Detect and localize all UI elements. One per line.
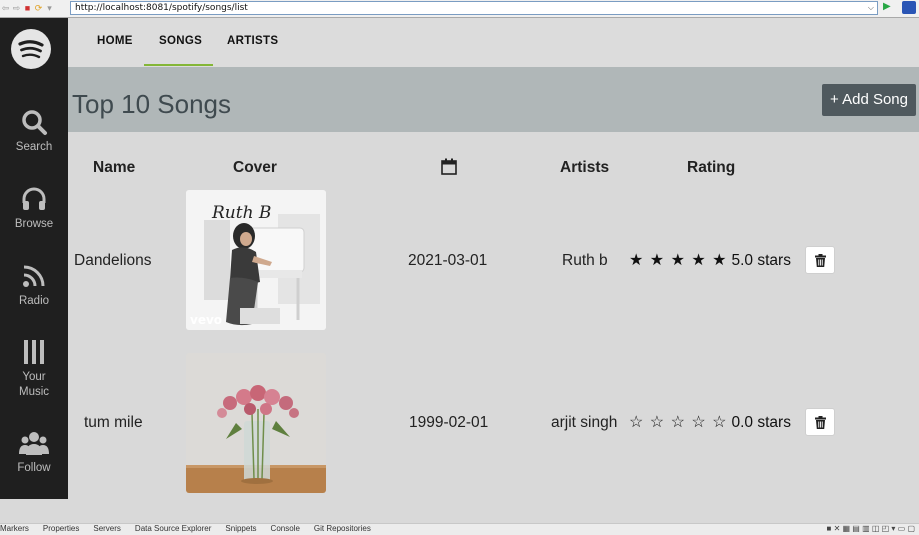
search-icon: [22, 110, 47, 135]
delete-button[interactable]: [805, 408, 835, 436]
cover-image: [186, 353, 326, 493]
chevron-down-icon[interactable]: ⌵: [868, 2, 874, 14]
sidebar: Search Browse Radio Your Music Follow: [0, 18, 68, 499]
trash-icon: [815, 416, 826, 429]
calendar-icon: [441, 158, 457, 180]
spotify-logo-icon[interactable]: [11, 29, 51, 69]
sidebar-item-label: Follow: [17, 462, 51, 474]
sidebar-item-label: Your Music: [18, 371, 50, 398]
star-rating: ☆ ☆ ☆ ☆ ☆ 0.0 stars: [629, 412, 791, 432]
view-toolbar-icons[interactable]: ■ ✕ ▦ ▤ ▥ ◫ ◰ ▾ ▭ ▢: [827, 524, 915, 534]
vevo-logo: vevo: [190, 313, 222, 327]
release-date: 2021-03-01: [408, 252, 488, 269]
tab-git-repositories[interactable]: Git Repositories: [314, 524, 371, 534]
tab-data-source-explorer[interactable]: Data Source Explorer: [135, 524, 211, 534]
ide-view-tabs: Markers Properties Servers Data Source Expl…: [0, 523, 919, 535]
cover-image: Ruth B vevo: [186, 190, 326, 330]
delete-button[interactable]: [805, 246, 835, 274]
sidebar-item-label: Browse: [14, 218, 54, 230]
star-rating: ★ ★ ★ ★ ★ 5.0 stars: [629, 250, 791, 270]
trash-icon: [815, 254, 826, 267]
sidebar-item-label: Radio: [18, 295, 50, 307]
tab-snippets[interactable]: Snippets: [225, 524, 256, 534]
active-tab-indicator: [144, 64, 213, 66]
stop-icon[interactable]: ■: [22, 2, 33, 15]
sidebar-item-radio[interactable]: Radio: [0, 262, 68, 309]
extension-icon[interactable]: [902, 1, 916, 14]
top-nav: HOME SONGS ARTISTS: [68, 18, 919, 67]
page-header: Top 10 Songs + Add Song: [68, 67, 919, 132]
refresh-icon[interactable]: ⟳: [33, 2, 44, 15]
artist-name: Ruth b: [562, 252, 608, 269]
cover-text: Ruth B: [211, 203, 271, 223]
column-header-cover: Cover: [233, 159, 277, 176]
page-title: Top 10 Songs: [72, 89, 232, 119]
column-header-name: Name: [93, 159, 136, 176]
release-date: 1999-02-01: [409, 414, 489, 431]
song-name: Dandelions: [74, 252, 152, 269]
group-icon: [19, 432, 49, 455]
rating-label: 0.0 stars: [731, 414, 791, 431]
sidebar-item-follow[interactable]: Follow: [0, 429, 68, 476]
tab-console[interactable]: Console: [271, 524, 300, 534]
headphones-icon: [22, 187, 46, 210]
sidebar-item-search[interactable]: Search: [0, 108, 68, 155]
sidebar-item-your-music[interactable]: Your Music: [0, 338, 68, 400]
column-header-rating: Rating: [687, 159, 736, 176]
column-header-artists: Artists: [560, 159, 610, 176]
back-icon[interactable]: ⇦: [0, 2, 11, 15]
radio-icon: [23, 265, 45, 287]
go-icon[interactable]: ▶: [883, 1, 891, 12]
url-bar[interactable]: http://localhost:8081/spotify/songs/list…: [70, 1, 878, 15]
library-icon: [24, 340, 44, 364]
tab-songs[interactable]: SONGS: [159, 35, 202, 47]
tab-home[interactable]: HOME: [97, 35, 133, 47]
sidebar-item-browse[interactable]: Browse: [0, 185, 68, 232]
tab-properties[interactable]: Properties: [43, 524, 79, 534]
nav-dropdown-icon[interactable]: ▾: [44, 2, 55, 15]
stars-filled: ★ ★ ★ ★ ★: [629, 252, 728, 269]
sidebar-item-label: Search: [15, 141, 53, 153]
browser-nav-buttons: ⇦ ⇨ ■ ⟳ ▾: [0, 2, 55, 15]
rating-label: 5.0 stars: [731, 252, 791, 269]
forward-icon[interactable]: ⇨: [11, 2, 22, 15]
stars-empty: ☆ ☆ ☆ ☆ ☆: [629, 414, 728, 431]
artist-name: arjit singh: [551, 414, 618, 431]
song-name: tum mile: [84, 414, 143, 431]
add-song-button[interactable]: + Add Song: [822, 84, 916, 116]
tab-artists[interactable]: ARTISTS: [227, 35, 278, 47]
tab-markers[interactable]: Markers: [0, 524, 29, 534]
url-text: http://localhost:8081/spotify/songs/list: [75, 3, 248, 13]
browser-toolbar: ⇦ ⇨ ■ ⟳ ▾ http://localhost:8081/spotify/song…: [0, 0, 919, 18]
tab-servers[interactable]: Servers: [93, 524, 121, 534]
